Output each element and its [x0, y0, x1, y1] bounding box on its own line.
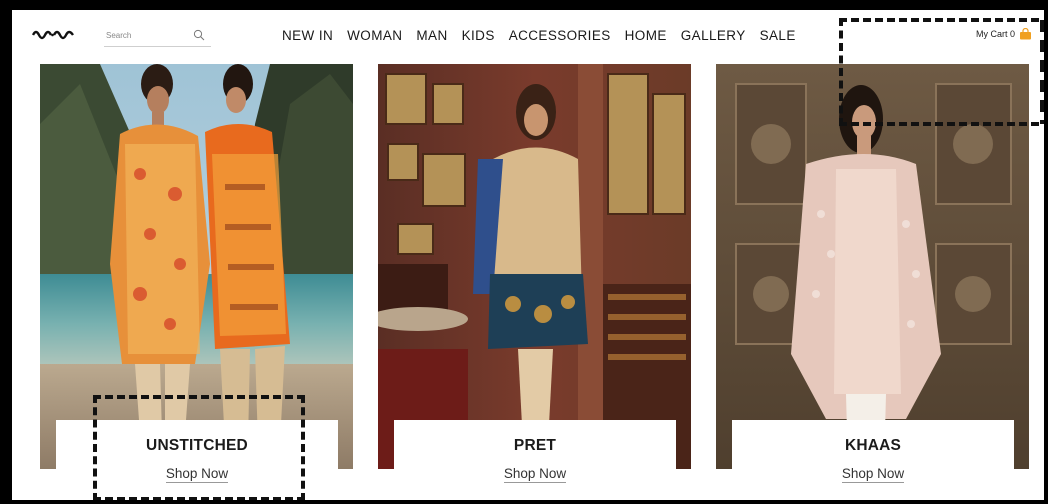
shopping-bag-icon	[1020, 28, 1031, 40]
nav-item-accessories[interactable]: ACCESSORIES	[509, 28, 611, 43]
shop-now-link[interactable]: Shop Now	[841, 466, 905, 483]
nav-item-new-in[interactable]: NEW IN	[282, 28, 333, 43]
collection-title: PRET	[513, 437, 557, 454]
cart-label: My Cart 0	[975, 29, 1015, 39]
collection-title: KHAAS	[844, 437, 902, 454]
pret-collection-image[interactable]	[378, 64, 691, 469]
nav-item-sale[interactable]: SALE	[760, 28, 796, 43]
search-input[interactable]	[104, 31, 192, 40]
shop-now-link[interactable]: Shop Now	[165, 466, 229, 483]
cart-button[interactable]: My Cart 0	[976, 28, 1032, 40]
collection-card-unstitched: UNSTITCHED Shop Now	[56, 420, 338, 504]
khaas-photo	[716, 64, 1029, 469]
unstitched-photo	[40, 64, 353, 469]
site-header: NEW IN WOMAN MAN KIDS ACCESSORIES HOME G…	[12, 10, 1044, 64]
khaas-collection-image[interactable]	[716, 64, 1029, 469]
nav-item-gallery[interactable]: GALLERY	[681, 28, 746, 43]
search-icon[interactable]	[193, 29, 205, 41]
main-nav: NEW IN WOMAN MAN KIDS ACCESSORIES HOME G…	[282, 28, 810, 43]
search-box[interactable]	[104, 25, 211, 47]
brand-logo-icon[interactable]	[32, 27, 74, 43]
nav-item-man[interactable]: MAN	[416, 28, 447, 43]
collection-title: UNSTITCHED	[146, 437, 248, 454]
nav-item-woman[interactable]: WOMAN	[347, 28, 402, 43]
nav-item-home[interactable]: HOME	[625, 28, 667, 43]
shop-now-link[interactable]: Shop Now	[503, 466, 567, 483]
highlight-box-cart-edge	[1040, 20, 1044, 124]
collection-card-pret: PRET Shop Now	[394, 420, 676, 504]
unstitched-collection-image[interactable]	[40, 64, 353, 469]
pret-photo	[378, 64, 691, 469]
nav-item-kids[interactable]: KIDS	[462, 28, 495, 43]
collection-card-khaas: KHAAS Shop Now	[732, 420, 1014, 504]
